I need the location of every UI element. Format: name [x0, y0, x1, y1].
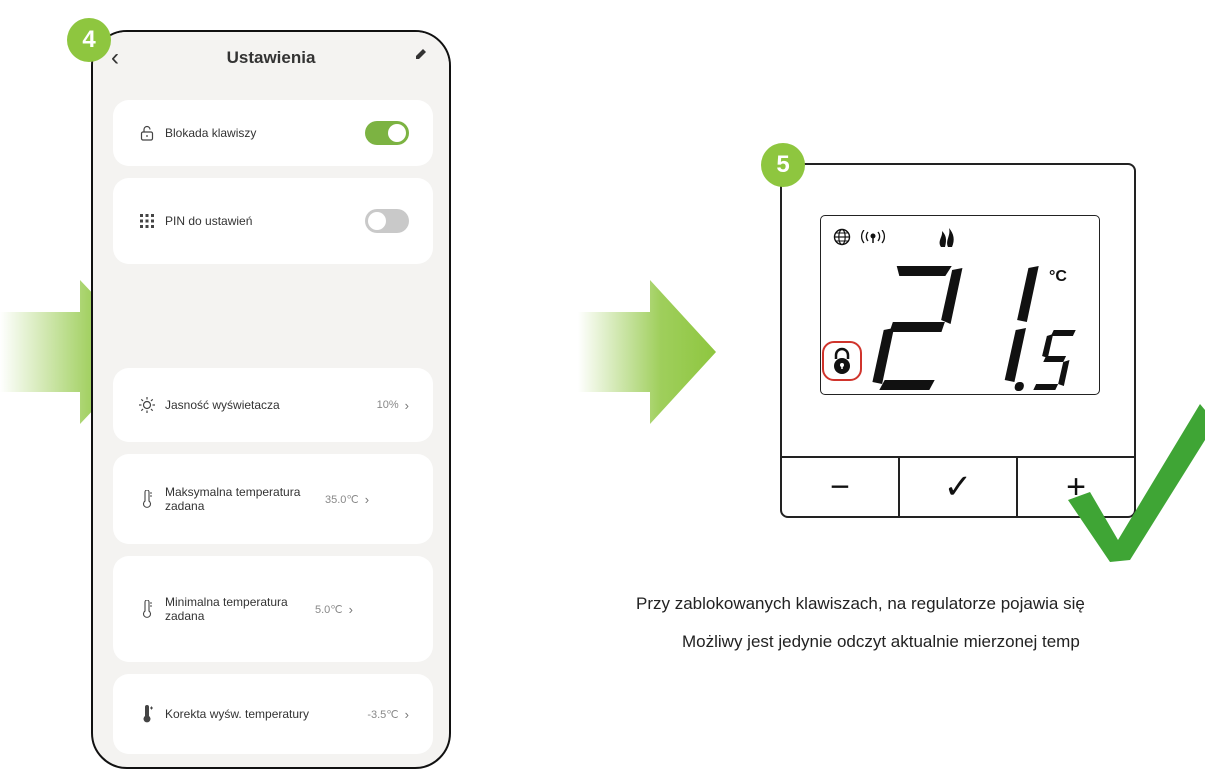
thermometer-icon [139, 490, 155, 508]
setting-temp-correction[interactable]: Korekta wyśw. temperatury -3.5℃ › [113, 674, 433, 754]
thermometer-icon [139, 600, 155, 618]
thermometer-correction-icon [139, 705, 155, 723]
keypad-icon [139, 213, 155, 229]
key-lock-toggle[interactable] [365, 121, 409, 145]
page-title: Ustawienia [226, 48, 316, 67]
brightness-icon [139, 397, 155, 413]
setting-value: 10% [376, 399, 399, 411]
right-arrow-graphic [578, 280, 716, 424]
setting-label: Maksymalna temperatura zadana [165, 485, 301, 513]
lcd-display: °C [820, 215, 1100, 395]
big-check-icon [1068, 404, 1205, 562]
setting-value: 35.0℃ [325, 493, 359, 506]
confirm-button[interactable]: ✓ [898, 458, 1016, 516]
setting-pin[interactable]: PIN do ustawień [113, 178, 433, 264]
setting-label: Jasność wyświetacza [165, 398, 280, 412]
wifi-signal-icon [859, 229, 887, 249]
globe-icon [833, 228, 851, 251]
setting-min-temp[interactable]: Minimalna temperatura zadana 5.0℃ › [113, 556, 433, 662]
phone-screen: ‹ Ustawienia Blokada klawiszy PIN do ust… [91, 30, 451, 769]
chevron-right-icon: › [404, 397, 409, 413]
setting-label: Korekta wyśw. temperatury [165, 707, 310, 721]
setting-value: 5.0℃ [315, 603, 343, 616]
lock-icon [821, 340, 863, 387]
chevron-right-icon: › [348, 601, 353, 617]
unit-label: °C [1049, 268, 1067, 285]
lock-icon [139, 125, 155, 141]
setting-key-lock[interactable]: Blokada klawiszy [113, 100, 433, 166]
setting-label: Minimalna temperatura zadana [165, 595, 288, 623]
chevron-right-icon: › [404, 706, 409, 722]
setting-max-temp[interactable]: Maksymalna temperatura zadana 35.0℃ › [113, 454, 433, 544]
step-badge-5: 5 [761, 143, 805, 187]
pin-toggle[interactable] [365, 209, 409, 233]
step-badge-4: 4 [67, 18, 111, 62]
edit-icon[interactable] [413, 46, 429, 67]
caption-line-2: Możliwy jest jedynie odczyt aktualnie mi… [682, 632, 1080, 651]
app-header: ‹ Ustawienia [93, 32, 449, 88]
chevron-right-icon: › [364, 491, 370, 507]
setting-brightness[interactable]: Jasność wyświetacza 10% › [113, 368, 433, 442]
setting-label: PIN do ustawień [165, 214, 253, 228]
setting-label: Blokada klawiszy [165, 126, 257, 140]
caption-line-1: Przy zablokowanych klawiszach, na regula… [636, 594, 1085, 613]
minus-button[interactable]: − [782, 458, 898, 516]
flame-icon [937, 226, 959, 253]
setting-value: -3.5℃ [367, 708, 399, 721]
